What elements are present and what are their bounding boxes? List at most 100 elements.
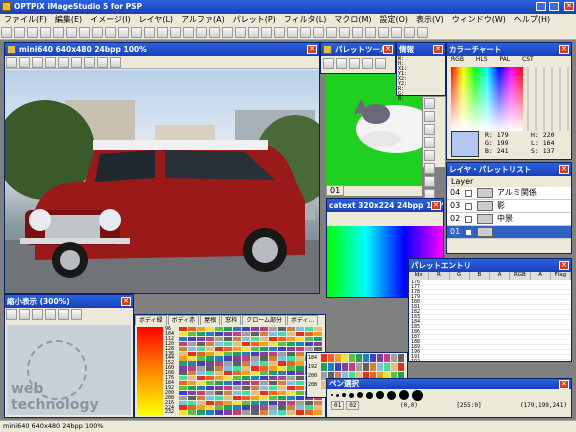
color-icon[interactable] — [248, 27, 259, 38]
layer-icon[interactable] — [71, 57, 82, 68]
palette-cell[interactable] — [287, 400, 295, 405]
palette-cell[interactable] — [242, 356, 250, 361]
palette-cell[interactable] — [305, 341, 313, 347]
palette-cell[interactable] — [260, 366, 268, 371]
palette-cell[interactable] — [179, 395, 187, 400]
pen-icon[interactable] — [424, 98, 435, 109]
palette-cell[interactable] — [215, 410, 223, 415]
palette-cell[interactable] — [269, 380, 277, 386]
palette-cell[interactable] — [206, 356, 214, 361]
palette-cell[interactable] — [251, 385, 259, 391]
palette-cell[interactable] — [251, 390, 259, 396]
alpha-icon[interactable] — [261, 27, 272, 38]
palette-cell[interactable] — [287, 380, 295, 386]
mini-palette-cell[interactable] — [370, 354, 376, 362]
color-spectrum[interactable] — [451, 67, 523, 131]
palette-cell[interactable] — [260, 410, 268, 415]
palette-cell[interactable] — [305, 400, 313, 405]
palette-cell[interactable] — [269, 346, 277, 351]
palette-cell[interactable] — [260, 390, 268, 396]
palette-cell[interactable] — [206, 390, 214, 396]
reduce-icon[interactable] — [352, 27, 363, 38]
pen-size-option[interactable] — [412, 389, 423, 401]
rgb-sliders[interactable] — [527, 67, 569, 131]
palette-cell[interactable] — [269, 395, 277, 400]
grid-icon[interactable] — [375, 58, 386, 69]
palette-cell[interactable] — [242, 361, 250, 366]
layer-row[interactable]: 03 影 — [447, 200, 571, 213]
pen-size-option[interactable] — [336, 393, 339, 397]
palette-cell[interactable] — [188, 385, 196, 391]
palette-cell[interactable] — [260, 371, 268, 376]
palette-cell[interactable] — [278, 395, 286, 400]
copy-icon[interactable] — [66, 27, 77, 38]
palette-cell[interactable] — [278, 390, 286, 396]
palette-cell[interactable] — [206, 395, 214, 400]
palette-cell[interactable] — [269, 356, 277, 361]
palette-cell[interactable] — [215, 361, 223, 366]
palette-cell[interactable] — [188, 336, 196, 342]
palette-cell[interactable] — [296, 327, 304, 332]
rotate-icon[interactable] — [326, 27, 337, 38]
palette-cell[interactable] — [224, 366, 232, 371]
palette-cell[interactable] — [296, 336, 304, 342]
palette-cell[interactable] — [278, 331, 286, 337]
palette-cell[interactable] — [206, 385, 214, 391]
palette-cell[interactable] — [314, 405, 322, 410]
palette-cell[interactable] — [224, 341, 232, 347]
palette-cell[interactable] — [206, 341, 214, 347]
print-icon[interactable] — [40, 27, 51, 38]
palette-cell[interactable] — [197, 341, 205, 347]
palette-cell[interactable] — [251, 361, 259, 366]
tab-cst[interactable]: CST — [522, 56, 534, 63]
palette-cell[interactable] — [260, 327, 268, 332]
mini-palette-cell[interactable] — [384, 354, 390, 362]
palette-cell[interactable] — [278, 341, 286, 347]
zoom-icon[interactable] — [97, 57, 108, 68]
menu-item-1[interactable]: 編集(E) — [51, 14, 86, 26]
mini-palette-cell[interactable] — [321, 363, 327, 371]
info-close[interactable]: ✕ — [433, 45, 443, 54]
cat-tab[interactable]: 01 — [326, 185, 345, 196]
palette-cell[interactable] — [269, 341, 277, 347]
layer-icon[interactable] — [58, 309, 69, 320]
palette-cell[interactable] — [296, 371, 304, 376]
palette-cell[interactable] — [179, 356, 187, 361]
menu-item-6[interactable]: フィルタ(L) — [280, 14, 331, 26]
palette-cell[interactable] — [179, 376, 187, 381]
palette-entry-close[interactable]: ✕ — [559, 261, 569, 270]
palette-cell[interactable] — [224, 410, 232, 415]
filter-icon[interactable] — [45, 57, 56, 68]
palette-cell[interactable] — [233, 371, 241, 376]
menu-item-3[interactable]: レイヤ(L) — [135, 14, 177, 26]
new-icon[interactable] — [1, 27, 12, 38]
help-icon[interactable] — [417, 27, 428, 38]
window-icon[interactable] — [222, 27, 233, 38]
minimize-button[interactable] — [536, 2, 546, 11]
palette-cell[interactable] — [260, 385, 268, 391]
palette-cell[interactable] — [206, 405, 214, 410]
export-icon[interactable] — [378, 27, 389, 38]
palette-cell[interactable] — [206, 361, 214, 366]
palette-cell[interactable] — [242, 351, 250, 356]
grid-icon[interactable] — [336, 58, 347, 69]
palette-cell[interactable] — [215, 400, 223, 405]
palette-grid[interactable] — [179, 327, 323, 415]
palette-cell[interactable] — [215, 351, 223, 356]
undo-icon[interactable] — [92, 27, 103, 38]
palette-cell[interactable] — [224, 361, 232, 366]
palette-cell[interactable] — [296, 400, 304, 405]
palette-cell[interactable] — [242, 376, 250, 381]
palette-cell[interactable] — [251, 395, 259, 400]
palette-cell[interactable] — [188, 405, 196, 410]
palette-cell[interactable] — [260, 346, 268, 351]
palette-cell[interactable] — [188, 390, 196, 396]
palette-tool-close[interactable]: ✕ — [383, 45, 393, 54]
tab-rgb[interactable]: RGB — [451, 56, 464, 63]
palette-cell[interactable] — [296, 351, 304, 356]
palette-cell[interactable] — [287, 410, 295, 415]
palette-cell[interactable] — [233, 380, 241, 386]
mini-palette-cell[interactable] — [398, 354, 404, 362]
layer-list-close[interactable]: ✕ — [559, 165, 569, 174]
menu-item-7[interactable]: マクロ(M) — [330, 14, 375, 26]
